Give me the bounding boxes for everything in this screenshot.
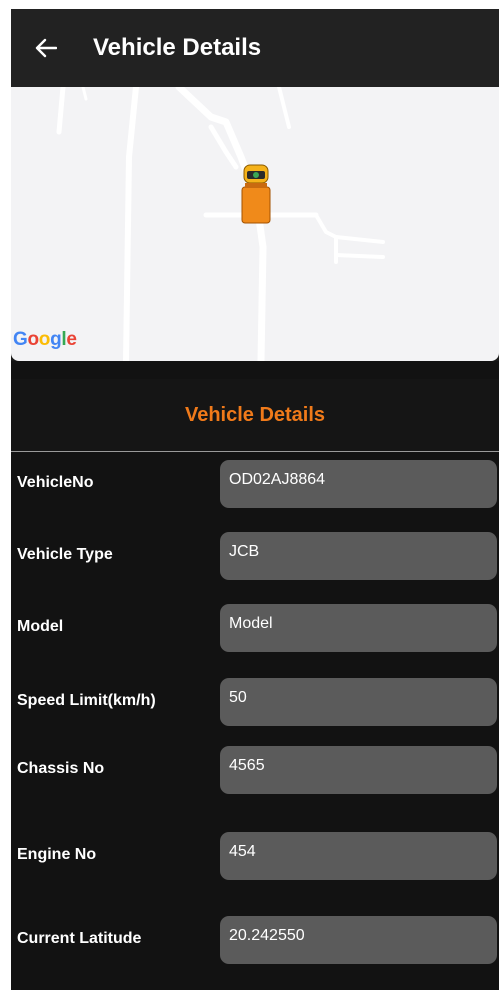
detail-label: Model	[17, 618, 64, 635]
chassis-no-field[interactable]: 4565	[220, 746, 497, 794]
model-field[interactable]: Model	[220, 604, 497, 652]
detail-label: Engine No	[17, 846, 97, 863]
detail-label: Chassis No	[17, 760, 105, 777]
details-title: Vehicle Details	[184, 403, 326, 426]
google-letter: e	[66, 329, 77, 350]
google-letter: G	[13, 329, 28, 350]
detail-label: Current Latitude	[17, 930, 142, 947]
speed-limit-field[interactable]: 50	[220, 678, 497, 726]
map-view[interactable]: Google	[11, 87, 499, 361]
truck-icon	[241, 164, 271, 224]
google-attribution: Google	[13, 329, 77, 351]
details-header: Vehicle Details	[11, 379, 499, 452]
engine-no-field[interactable]: 454	[220, 832, 497, 880]
detail-row-chassis-no: Chassis No 4565	[11, 746, 499, 794]
detail-row-current-latitude: Current Latitude 20.242550	[11, 916, 499, 964]
detail-label: Vehicle Type	[17, 546, 113, 563]
current-latitude-field[interactable]: 20.242550	[220, 916, 497, 964]
screen: Vehicle Details Google Vehicle Details V…	[11, 9, 499, 990]
details-panel: Vehicle Details VehicleNo OD02AJ8864 Veh…	[11, 361, 499, 990]
detail-row-vehicle-no: VehicleNo OD02AJ8864	[11, 460, 499, 508]
page-title: Vehicle Details	[93, 34, 262, 61]
detail-label: VehicleNo	[17, 474, 94, 491]
detail-label: Speed Limit(km/h)	[17, 692, 156, 709]
google-letter: g	[50, 329, 62, 350]
detail-row-model: Model Model	[11, 604, 499, 652]
google-letter: o	[27, 329, 39, 350]
vehicle-type-field[interactable]: JCB	[220, 532, 497, 580]
detail-row-engine-no: Engine No 454	[11, 832, 499, 880]
vehicle-no-field[interactable]: OD02AJ8864	[220, 460, 497, 508]
google-letter: o	[38, 329, 51, 350]
detail-row-vehicle-type: Vehicle Type JCB	[11, 532, 499, 580]
detail-row-speed-limit: Speed Limit(km/h) 50	[11, 678, 499, 726]
app-bar: Vehicle Details	[11, 9, 499, 87]
arrow-left-icon	[35, 38, 57, 58]
back-button[interactable]	[33, 35, 59, 61]
